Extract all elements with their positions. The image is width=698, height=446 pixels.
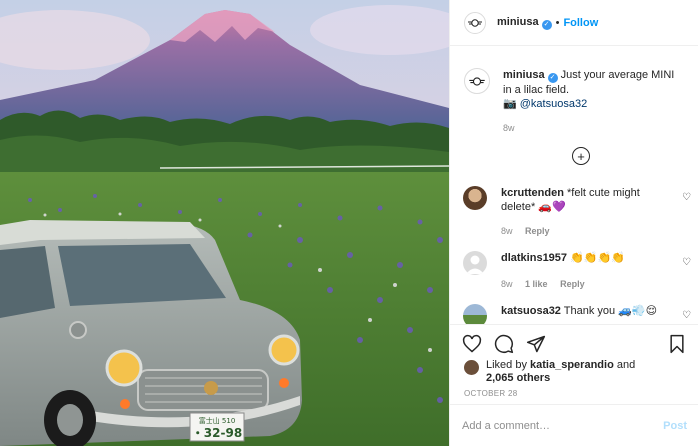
mini-logo-icon <box>468 18 482 27</box>
likes-prefix: Liked by <box>486 359 531 371</box>
svg-text:富士山 510: 富士山 510 <box>199 416 236 425</box>
post-comment-button[interactable]: Post <box>663 420 687 432</box>
comment-body: katsuosa32 Thank you 🚙💨😌 <box>501 304 661 324</box>
comment-body: dlatkins1957 👏👏👏👏 8w 1 like Reply <box>501 251 661 291</box>
comment-bubble-icon[interactable] <box>494 334 514 354</box>
follow-button[interactable]: Follow <box>563 17 598 29</box>
reply-button[interactable]: Reply <box>560 279 585 289</box>
add-comment-bar: Post <box>450 404 698 446</box>
load-more-comments-button[interactable]: + <box>572 147 590 165</box>
comment-avatar[interactable] <box>463 304 487 324</box>
comment-meta: 8w 1 like Reply <box>501 277 661 291</box>
comment-likes[interactable]: 1 like <box>525 279 548 289</box>
post-actions: Liked by katia_sperandio and 2,065 other… <box>450 324 698 404</box>
liker-username[interactable]: katia_sperandio <box>530 359 614 371</box>
header-username-wrap: miniusa ✓ <box>497 16 552 30</box>
plus-icon: + <box>577 148 585 164</box>
header-dot: • <box>555 16 560 29</box>
post-header: miniusa ✓ • Follow <box>450 0 698 46</box>
caption-mention[interactable]: @katsuosa32 <box>517 98 587 110</box>
save-bookmark-icon[interactable] <box>667 334 687 354</box>
like-comment-heart-icon[interactable]: ♡ <box>682 310 691 321</box>
comment-age: 8w <box>501 279 513 289</box>
action-icons <box>462 334 558 354</box>
comment-item: kcruttenden *felt cute might delete* 🚗💜 … <box>463 186 693 238</box>
share-paper-plane-icon[interactable] <box>526 334 546 354</box>
caption-username[interactable]: miniusa <box>503 69 545 81</box>
post-photo-image: 富士山 510 ・32-98 <box>0 0 449 446</box>
comment-text: Thank you 🚙💨😌 <box>560 305 658 317</box>
svg-text:・32-98: ・32-98 <box>192 426 242 440</box>
default-user-icon <box>466 255 484 274</box>
comment-username[interactable]: dlatkins1957 <box>501 252 567 264</box>
verified-badge-icon: ✓ <box>541 19 552 30</box>
comment-age: 8w <box>501 226 513 236</box>
post-side-panel: miniusa ✓ • Follow miniusa ✓ Just your ave… <box>449 0 698 446</box>
caption-text-block: miniusa ✓ Just your average MINI in a lil… <box>503 68 685 135</box>
comment-username[interactable]: katsuosa32 <box>501 305 561 317</box>
header-username[interactable]: miniusa <box>497 16 539 28</box>
like-comment-heart-icon[interactable]: ♡ <box>682 192 691 203</box>
comment-item: dlatkins1957 👏👏👏👏 8w 1 like Reply ♡ <box>463 251 693 291</box>
likes-text: Liked by katia_sperandio and 2,065 other… <box>486 359 635 385</box>
comments-scroll-area[interactable]: miniusa ✓ Just your average MINI in a lil… <box>450 46 698 324</box>
comment-avatar[interactable] <box>463 186 487 210</box>
post-caption: miniusa ✓ Just your average MINI in a lil… <box>450 46 698 135</box>
comment-text: 👏👏👏👏 <box>567 252 625 264</box>
camera-emoji: 📷 <box>503 98 517 110</box>
add-comment-input[interactable] <box>462 419 664 432</box>
post-date[interactable]: OCTOBER 28 <box>464 389 518 398</box>
reply-button[interactable]: Reply <box>525 226 550 236</box>
comment-body: kcruttenden *felt cute might delete* 🚗💜 … <box>501 186 661 238</box>
likes-summary: Liked by katia_sperandio and 2,065 other… <box>464 359 635 385</box>
post-photo[interactable]: 富士山 510 ・32-98 <box>0 0 449 446</box>
comment-meta: 8w Reply <box>501 224 661 238</box>
likes-count[interactable]: 2,065 others <box>486 372 550 384</box>
likes-and: and <box>613 359 636 371</box>
mini-logo-avatar[interactable] <box>464 11 486 34</box>
like-heart-icon[interactable] <box>462 334 482 354</box>
like-comment-heart-icon[interactable]: ♡ <box>682 257 691 268</box>
verified-badge-icon: ✓ <box>547 73 558 83</box>
caption-avatar[interactable] <box>464 68 490 94</box>
comment-item: katsuosa32 Thank you 🚙💨😌 ♡ <box>463 304 693 324</box>
comment-username[interactable]: kcruttenden <box>501 187 564 199</box>
comment-avatar[interactable] <box>463 251 487 275</box>
liker-avatar[interactable] <box>464 360 479 375</box>
mini-logo-icon <box>469 76 485 86</box>
caption-age: 8w <box>503 123 515 133</box>
